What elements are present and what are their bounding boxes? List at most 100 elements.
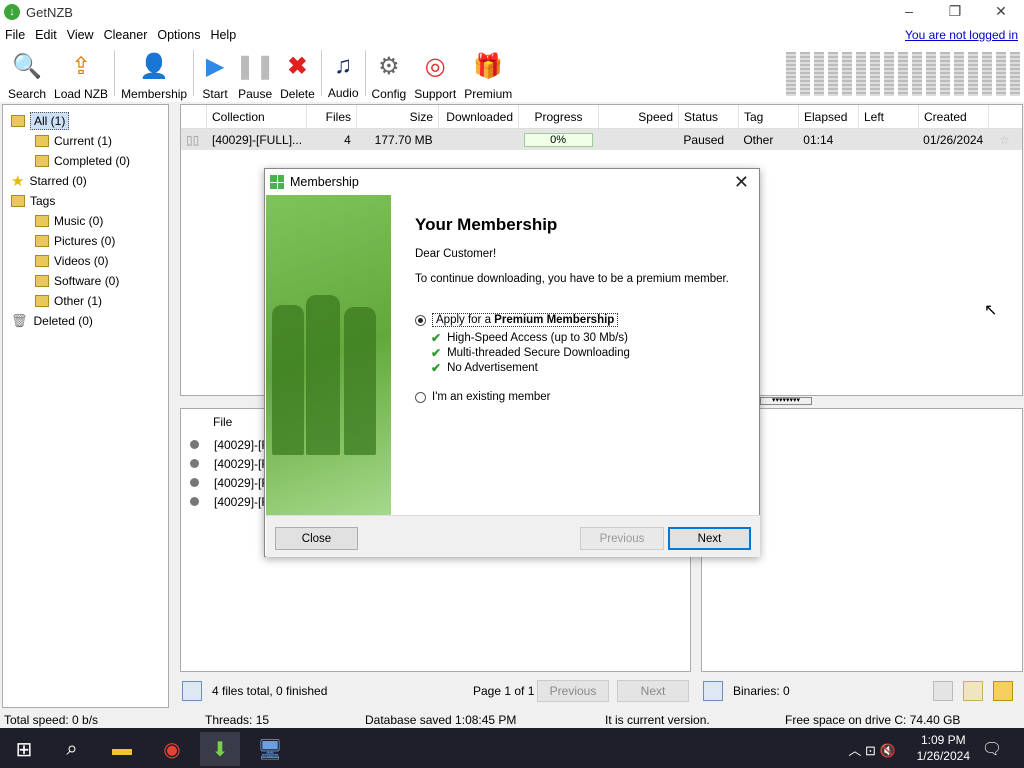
menu-cleaner[interactable]: Cleaner bbox=[99, 28, 153, 42]
dialog-heading: Your Membership bbox=[415, 215, 558, 234]
existing-member-option[interactable]: I'm an existing member bbox=[415, 391, 745, 403]
tree-item-other[interactable]: Other (1) bbox=[3, 291, 168, 311]
folder-icon bbox=[35, 275, 49, 287]
pause-button[interactable]: ❚❚ Pause bbox=[234, 46, 276, 101]
minimize-icon[interactable]: – bbox=[886, 0, 932, 22]
tree-item-starred[interactable]: ★ Starred (0) bbox=[3, 171, 168, 191]
file-explorer-icon[interactable]: ▬ bbox=[102, 732, 142, 766]
system-clock[interactable]: 1:09 PM 1/26/2024 bbox=[917, 732, 970, 764]
delete-label: Delete bbox=[280, 87, 315, 101]
user-icon: 👤 bbox=[139, 53, 170, 80]
tree-label-starred: Starred (0) bbox=[29, 174, 87, 188]
progress-bar: 0% bbox=[523, 132, 593, 147]
radio-unselected-icon[interactable] bbox=[415, 391, 426, 403]
header-files[interactable]: Files bbox=[307, 105, 357, 128]
taskbar: ⊞ ⌕ ▬ ◉ ⬇ 🖥 ︿ ⊡ 🔇 1:09 PM 1/26/2024 🗨 bbox=[0, 728, 1024, 768]
delete-button[interactable]: ✖ Delete bbox=[276, 46, 319, 101]
status-dot-icon bbox=[190, 478, 199, 487]
search-taskbar-icon[interactable]: ⌕ bbox=[52, 732, 92, 766]
menu-help[interactable]: Help bbox=[205, 28, 241, 42]
status-dot-icon bbox=[190, 497, 199, 506]
tree-item-all[interactable]: All (1) bbox=[3, 111, 168, 131]
toolbar-divider bbox=[193, 50, 195, 96]
login-link[interactable]: You are not logged in bbox=[905, 28, 1018, 42]
open-folder-icon[interactable] bbox=[993, 681, 1013, 701]
membership-label: Membership bbox=[121, 87, 188, 101]
dialog-title: Membership bbox=[290, 175, 359, 189]
table-row[interactable]: ▯▯ [40029]-[FULL]... 4 177.70 MB 0% Paus… bbox=[181, 129, 1023, 150]
restore-icon[interactable]: ❐ bbox=[932, 0, 978, 22]
header-left[interactable]: Left bbox=[859, 105, 919, 128]
tree-label-completed: Completed (0) bbox=[54, 154, 131, 168]
remote-desktop-icon[interactable]: 🖥 bbox=[250, 732, 290, 766]
tree-item-completed[interactable]: Completed (0) bbox=[3, 151, 168, 171]
header-elapsed[interactable]: Elapsed bbox=[799, 105, 859, 128]
previous-button[interactable]: Previous bbox=[580, 527, 664, 550]
music-icon: ♫ bbox=[334, 52, 353, 79]
grid-header: Collection Files Size Downloaded Progres… bbox=[181, 105, 1022, 129]
tree-label-software: Software (0) bbox=[54, 274, 120, 288]
image-view-icon[interactable] bbox=[963, 681, 983, 701]
load-nzb-button[interactable]: ⇪ Load NZB bbox=[50, 46, 112, 101]
header-progress[interactable]: Progress bbox=[519, 105, 599, 128]
cell-downloaded bbox=[439, 129, 519, 150]
notification-icon[interactable]: 🗨 bbox=[972, 732, 1012, 766]
start-button[interactable]: ▶ Start bbox=[196, 46, 234, 101]
windows-start-icon[interactable]: ⊞ bbox=[4, 732, 44, 766]
header-downloaded[interactable]: Downloaded bbox=[439, 105, 519, 128]
cell-left bbox=[858, 129, 919, 150]
menu-view[interactable]: View bbox=[62, 28, 99, 42]
menu-bar: File Edit View Cleaner Options Help You … bbox=[0, 24, 1024, 46]
tree-item-software[interactable]: Software (0) bbox=[3, 271, 168, 291]
toolbar: 🔍 Search ⇪ Load NZB 👤 Membership ▶ Start… bbox=[0, 46, 1024, 102]
trash-icon: 🗑 bbox=[11, 313, 28, 328]
next-button[interactable]: Next bbox=[668, 527, 751, 550]
tree-item-pictures[interactable]: Pictures (0) bbox=[3, 231, 168, 251]
folder-icon bbox=[35, 235, 49, 247]
files-list-icon[interactable] bbox=[182, 681, 202, 701]
binaries-list-icon[interactable] bbox=[703, 681, 723, 701]
header-collection[interactable]: Collection bbox=[207, 105, 307, 128]
close-icon[interactable]: ✕ bbox=[734, 172, 749, 193]
config-button[interactable]: ⚙ Config bbox=[368, 46, 411, 101]
header-created[interactable]: Created bbox=[919, 105, 989, 128]
tree-item-deleted[interactable]: 🗑 Deleted (0) bbox=[3, 311, 168, 331]
clock-date: 1/26/2024 bbox=[916, 749, 970, 763]
chrome-icon[interactable]: ◉ bbox=[152, 732, 192, 766]
menu-file[interactable]: File bbox=[0, 28, 30, 42]
grid-view-icon[interactable] bbox=[933, 681, 953, 701]
menu-edit[interactable]: Edit bbox=[30, 28, 62, 42]
tree-item-current[interactable]: Current (1) bbox=[3, 131, 168, 151]
close-window-icon[interactable]: ✕ bbox=[978, 0, 1024, 22]
pane-splitter-handle[interactable]: ▾▾▾▾▾▾▾▾ bbox=[760, 397, 812, 405]
pause-state-icon: ▯▯ bbox=[181, 129, 207, 150]
tree-label-other: Other (1) bbox=[54, 294, 103, 308]
tree-item-videos[interactable]: Videos (0) bbox=[3, 251, 168, 271]
next-page-button[interactable]: Next bbox=[617, 680, 689, 702]
premium-button[interactable]: 🎁 Premium bbox=[460, 46, 516, 101]
checkmark-icon: ✔ bbox=[431, 345, 442, 360]
header-status[interactable]: Status bbox=[679, 105, 739, 128]
tree-item-tags[interactable]: Tags bbox=[3, 191, 168, 211]
search-button[interactable]: 🔍 Search bbox=[4, 46, 50, 101]
audio-button[interactable]: ♫ Audio bbox=[324, 46, 363, 100]
cell-created: 01/26/2024 bbox=[918, 129, 989, 150]
window-title: GetNZB bbox=[26, 4, 73, 20]
premium-membership-option[interactable]: Apply for a Premium Membership bbox=[415, 313, 745, 327]
membership-button[interactable]: 👤 Membership bbox=[117, 46, 191, 101]
cell-size: 177.70 MB bbox=[357, 129, 439, 150]
previous-page-button[interactable]: Previous bbox=[537, 680, 609, 702]
menu-options[interactable]: Options bbox=[152, 28, 205, 42]
support-button[interactable]: ◎ Support bbox=[410, 46, 460, 101]
header-size[interactable]: Size bbox=[357, 105, 439, 128]
header-speed[interactable]: Speed bbox=[599, 105, 679, 128]
close-button[interactable]: Close bbox=[275, 527, 358, 550]
header-tag[interactable]: Tag bbox=[739, 105, 799, 128]
search-label: Search bbox=[8, 87, 47, 101]
system-tray-icons[interactable]: ︿ ⊡ 🔇 bbox=[832, 732, 912, 766]
gear-icon: ⚙ bbox=[378, 53, 400, 80]
radio-selected-icon[interactable] bbox=[415, 314, 426, 326]
star-toggle-icon[interactable]: ☆ bbox=[988, 129, 1023, 150]
tree-item-music[interactable]: Music (0) bbox=[3, 211, 168, 231]
getnzb-taskbar-icon[interactable]: ⬇ bbox=[200, 732, 240, 766]
